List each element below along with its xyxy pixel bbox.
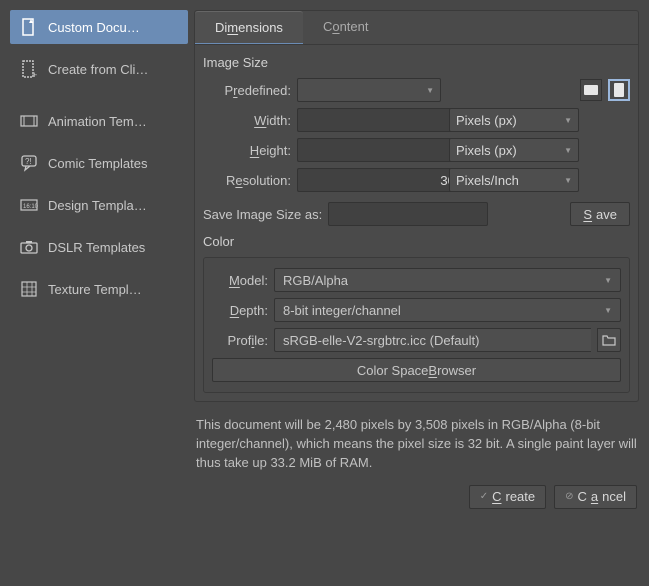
resolution-label: Resolution:: [203, 173, 291, 188]
predefined-label: Predefined:: [203, 83, 291, 98]
sidebar-item-label: Comic Templates: [48, 156, 147, 171]
profile-browse-button[interactable]: [597, 328, 621, 352]
clipboard-icon: +: [18, 58, 40, 80]
chevron-down-icon: ▼: [604, 276, 612, 285]
predefined-combo[interactable]: ▼: [297, 78, 441, 102]
svg-text:+: +: [32, 70, 37, 79]
orientation-landscape-button[interactable]: [580, 79, 602, 101]
svg-text:16:10: 16:10: [23, 204, 39, 210]
tab-content[interactable]: Content: [303, 11, 389, 44]
sidebar-item-label: Custom Docu…: [48, 20, 140, 35]
height-spinbox[interactable]: ▲▼: [297, 138, 443, 162]
model-label: Model:: [212, 273, 268, 288]
chevron-down-icon: ▼: [564, 116, 572, 125]
template-sidebar: Custom Docu… + Create from Cli… Animatio…: [0, 0, 188, 586]
create-button[interactable]: ✓Create: [469, 485, 546, 509]
depth-select[interactable]: 8-bit integer/channel▼: [274, 298, 621, 322]
chevron-down-icon: ▼: [564, 146, 572, 155]
height-unit-select[interactable]: Pixels (px)▼: [449, 138, 579, 162]
camera-icon: [18, 236, 40, 258]
main-panel: Dimensions Content Image Size Predefined…: [188, 0, 649, 586]
model-select[interactable]: RGB/Alpha▼: [274, 268, 621, 292]
resolution-spinbox[interactable]: ▲▼: [297, 168, 443, 192]
sidebar-item-animation-templates[interactable]: Animation Tem…: [10, 104, 188, 138]
sidebar-item-dslr-templates[interactable]: DSLR Templates: [10, 230, 188, 264]
depth-label: Depth:: [212, 303, 268, 318]
sidebar-item-design-templates[interactable]: 16:10 Design Templa…: [10, 188, 188, 222]
chevron-down-icon: ▼: [564, 176, 572, 185]
film-icon: [18, 110, 40, 132]
sidebar-item-custom-document[interactable]: Custom Docu…: [10, 10, 188, 44]
sidebar-item-comic-templates[interactable]: ?! Comic Templates: [10, 146, 188, 180]
width-unit-select[interactable]: Pixels (px)▼: [449, 108, 579, 132]
document-info-text: This document will be 2,480 pixels by 3,…: [196, 416, 637, 473]
profile-label: Profile:: [212, 333, 268, 348]
color-title: Color: [203, 234, 630, 249]
save-size-input[interactable]: [328, 202, 488, 226]
sidebar-item-texture-templates[interactable]: Texture Templ…: [10, 272, 188, 306]
check-icon: ✓: [480, 491, 488, 502]
orientation-portrait-button[interactable]: [608, 79, 630, 101]
ratio-icon: 16:10: [18, 194, 40, 216]
cancel-button[interactable]: ⊘Cancel: [554, 485, 637, 509]
folder-icon: [602, 333, 616, 347]
width-spinbox[interactable]: ▲▼: [297, 108, 443, 132]
tab-bar: Dimensions Content: [195, 11, 638, 45]
save-size-label: Save Image Size as:: [203, 207, 322, 222]
save-size-button[interactable]: Save: [570, 202, 630, 226]
chevron-down-icon: ▼: [604, 306, 612, 315]
resolution-unit-select[interactable]: Pixels/Inch▼: [449, 168, 579, 192]
sidebar-item-label: Design Templa…: [48, 198, 147, 213]
chevron-down-icon: ▼: [426, 86, 434, 95]
sidebar-item-label: Texture Templ…: [48, 282, 142, 297]
height-label: Height:: [203, 143, 291, 158]
width-label: Width:: [203, 113, 291, 128]
color-space-browser-button[interactable]: Color Space Browser: [212, 358, 621, 382]
image-size-title: Image Size: [203, 55, 630, 70]
document-icon: [18, 16, 40, 38]
sidebar-item-label: Animation Tem…: [48, 114, 147, 129]
profile-select[interactable]: sRGB-elle-V2-srgbtrc.icc (Default): [274, 328, 591, 352]
cancel-icon: ⊘: [565, 491, 573, 502]
tab-dimensions[interactable]: Dimensions: [195, 11, 303, 44]
speech-bubble-icon: ?!: [18, 152, 40, 174]
texture-icon: [18, 278, 40, 300]
sidebar-item-label: DSLR Templates: [48, 240, 145, 255]
svg-text:?!: ?!: [25, 157, 32, 166]
sidebar-item-create-from-clipboard[interactable]: + Create from Cli…: [10, 52, 188, 86]
sidebar-item-label: Create from Cli…: [48, 62, 148, 77]
